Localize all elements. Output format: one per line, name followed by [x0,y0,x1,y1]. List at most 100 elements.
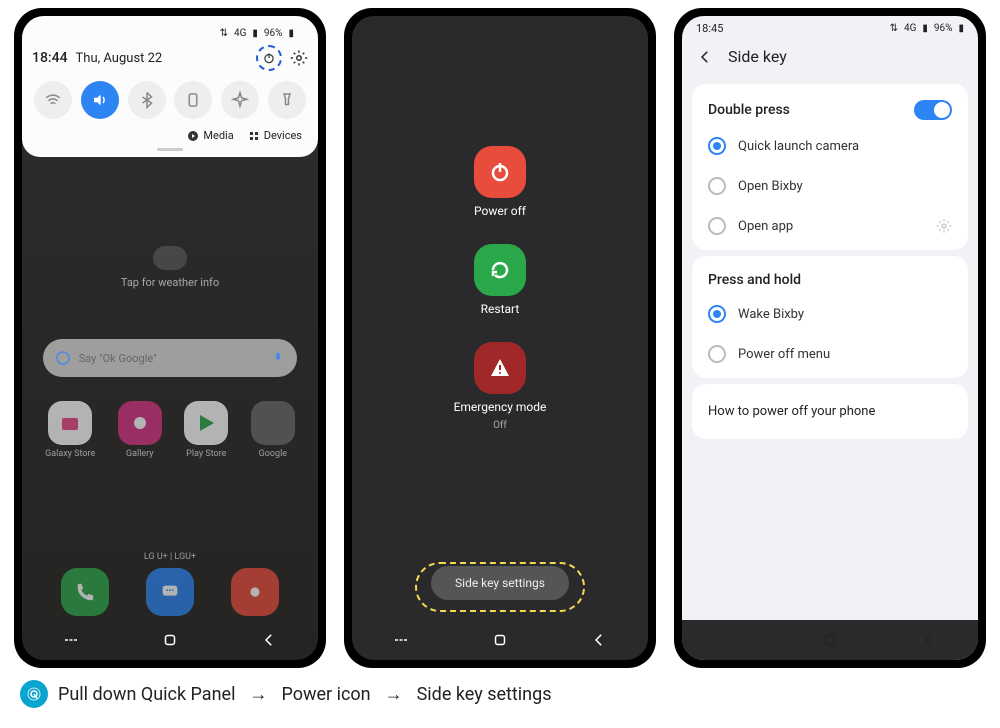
devices-button[interactable]: Devices [248,129,302,142]
app-row: Galaxy Store Gallery Play Store Google [34,401,306,459]
double-press-toggle[interactable] [914,100,952,120]
settings-gear-icon[interactable] [290,49,308,67]
airplane-icon [231,91,249,109]
mic-icon[interactable] [271,351,285,365]
battery-icon: ▮ [288,28,294,39]
opt-wake-bixby[interactable]: Wake Bixby [692,294,968,334]
qp-time: 18:44 [32,50,68,66]
radio-icon [708,305,726,323]
radio-icon [708,137,726,155]
opt-quick-launch-camera[interactable]: Quick launch camera [692,126,968,166]
opt-open-app[interactable]: Open app [692,206,968,246]
signal-icon: ▮ [922,23,928,34]
rotation-toggle[interactable] [174,81,212,119]
tap-icon [20,680,48,708]
side-key-settings-button[interactable]: Side key settings [431,566,569,600]
instruction-caption: Pull down Quick Panel → Power icon → Sid… [0,672,1000,716]
nav-recents[interactable] [51,620,91,660]
double-press-card: Double press Quick launch camera Open Bi… [692,84,968,250]
nav-back[interactable] [909,620,949,660]
power-icon [262,51,276,65]
sound-toggle[interactable] [81,81,119,119]
radio-icon [708,177,726,195]
app-play-store[interactable]: Play Store [184,401,228,459]
bluetooth-toggle[interactable] [128,81,166,119]
flashlight-icon [278,91,296,109]
restart-button[interactable]: Restart [474,244,526,316]
power-icon [488,160,512,184]
app-google-folder[interactable]: Google [251,401,295,459]
nav-bar [682,620,978,660]
wifi-icon [44,91,62,109]
devices-icon [248,130,260,142]
nav-home[interactable] [810,620,850,660]
arrow-icon: → [385,684,403,705]
how-to-link: How to power off your phone [692,388,968,435]
weather-widget[interactable]: Tap for weather info [121,246,219,289]
dock-camera[interactable] [231,568,279,616]
flashlight-toggle[interactable] [268,81,306,119]
power-icon-highlighted[interactable] [256,45,282,71]
search-placeholder: Say "Ok Google" [79,352,157,365]
network-icon: ⇅ [890,23,898,34]
nav-recents[interactable] [381,620,421,660]
app-galaxy-store[interactable]: Galaxy Store [45,401,95,459]
phone-side-key-settings: 18:45 ⇅ 4G ▮ 96% ▮ Side key Double press… [674,8,986,668]
panel-handle[interactable] [157,148,183,151]
media-button[interactable]: Media [187,129,233,142]
sound-icon [91,91,109,109]
status-time: 18:45 [696,22,723,35]
app-gallery[interactable]: Gallery [118,401,162,459]
settings-header: Side key [682,37,978,78]
weather-hint: Tap for weather info [121,276,219,289]
restart-icon [488,258,512,282]
battery-icon: ▮ [958,23,964,34]
google-icon [55,350,71,366]
cloud-icon [153,246,187,270]
carrier-label: LG U+ | LGU+ [22,552,318,562]
qp-date: Thu, August 22 [76,51,163,66]
section-press-hold: Press and hold [708,272,801,288]
power-menu: Power off Restart Emergency mode Off [352,16,648,431]
status-bar: 18:45 ⇅ 4G ▮ 96% ▮ [682,16,978,37]
how-to-card[interactable]: How to power off your phone [692,384,968,439]
signal-4g: 4G [234,28,246,39]
nav-home[interactable] [150,620,190,660]
quick-panel[interactable]: ⇅ 4G ▮ 96% ▮ 18:44 Thu, August 22 [22,16,318,157]
nav-bar [22,620,318,660]
qp-toggles [32,79,308,125]
caption-step1: Pull down Quick Panel [58,684,235,705]
wifi-toggle[interactable] [34,81,72,119]
dock-phone[interactable] [61,568,109,616]
gear-icon[interactable] [936,218,952,234]
bluetooth-icon [138,91,156,109]
section-double-press: Double press [708,102,790,118]
emergency-mode-button[interactable]: Emergency mode Off [454,342,547,431]
opt-open-bixby[interactable]: Open Bixby [692,166,968,206]
radio-icon [708,217,726,235]
caption-step2: Power icon [281,684,370,705]
caption-step3: Side key settings [417,684,552,705]
nav-bar [352,620,648,660]
nav-back[interactable] [579,620,619,660]
nav-recents[interactable] [711,620,751,660]
nav-home[interactable] [480,620,520,660]
back-icon[interactable] [696,48,714,66]
google-search-bar[interactable]: Say "Ok Google" [43,339,298,377]
press-hold-card: Press and hold Wake Bixby Power off menu [692,256,968,378]
arrow-icon: → [249,684,267,705]
rotation-icon [184,91,202,109]
play-icon [187,130,199,142]
dock [22,568,318,616]
warning-icon [488,356,512,380]
signal-4g: 4G [904,23,916,34]
phone-quick-panel: Tap for weather info Say "Ok Google" Gal… [14,8,326,668]
nav-back[interactable] [249,620,289,660]
power-off-button[interactable]: Power off [474,146,526,218]
signal-icon: ▮ [252,28,258,39]
opt-power-off-menu[interactable]: Power off menu [692,334,968,374]
dock-messages[interactable] [146,568,194,616]
radio-icon [708,345,726,363]
phone-power-menu: Power off Restart Emergency mode Off Sid… [344,8,656,668]
airplane-toggle[interactable] [221,81,259,119]
